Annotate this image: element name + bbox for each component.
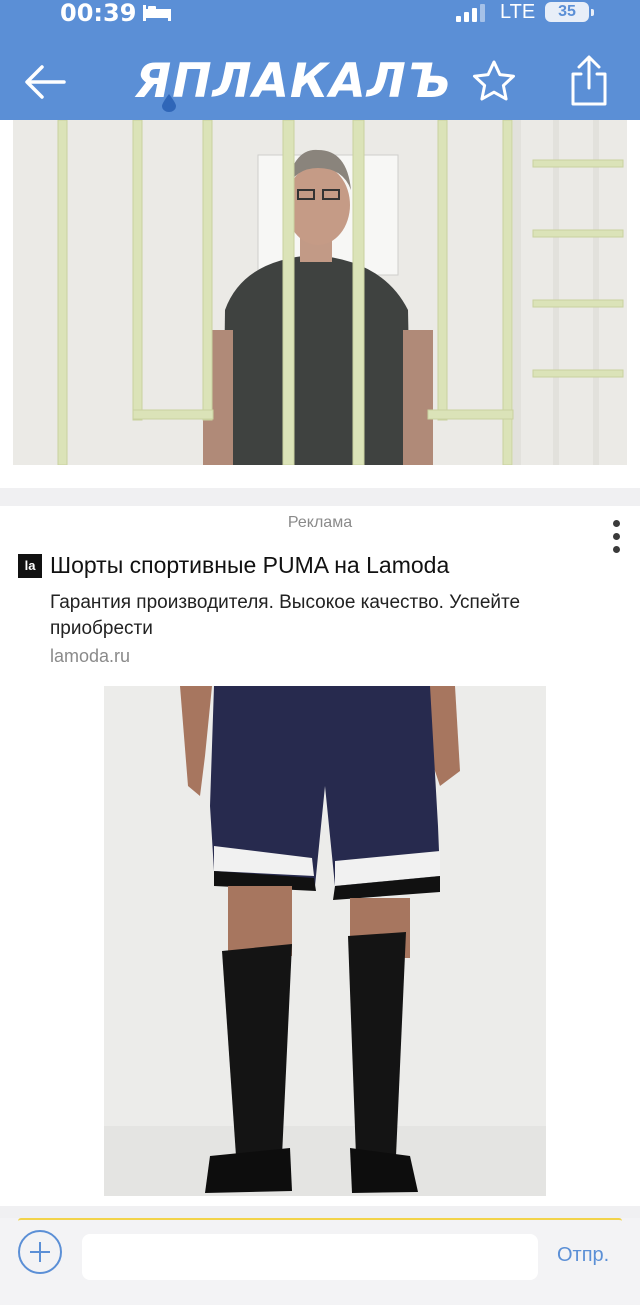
post-card bbox=[0, 120, 640, 488]
share-icon[interactable] bbox=[565, 54, 613, 108]
network-type: LTE bbox=[500, 1, 536, 23]
tear-drop-icon bbox=[162, 94, 176, 112]
add-attachment-icon[interactable] bbox=[18, 1230, 62, 1274]
comment-input[interactable] bbox=[82, 1234, 538, 1280]
ad-card: Реклама la Шорты спортивные PUMA на Lamo… bbox=[0, 506, 640, 1206]
post-photo[interactable] bbox=[13, 120, 627, 465]
signal-icon bbox=[456, 4, 485, 22]
focus-outline bbox=[18, 1218, 622, 1221]
ad-image[interactable] bbox=[0, 686, 640, 1196]
sports-shorts-image bbox=[0, 686, 640, 1196]
battery-indicator: 35 bbox=[545, 2, 594, 22]
comment-bar: Отпр. bbox=[0, 1218, 640, 1305]
sleep-focus-icon bbox=[143, 5, 171, 21]
logo-text: ЯПЛАКАЛЪ bbox=[135, 54, 452, 109]
status-time: 00:39 bbox=[60, 0, 137, 27]
back-arrow-icon[interactable] bbox=[20, 60, 70, 104]
nav-bar: ЯПЛАКАЛЪ bbox=[0, 40, 640, 120]
send-button[interactable]: Отпр. bbox=[557, 1244, 609, 1267]
star-icon[interactable] bbox=[470, 58, 518, 106]
status-bar: 00:39 LTE 35 bbox=[0, 0, 640, 40]
man-behind-bars-image bbox=[13, 120, 627, 465]
advertiser-logo: la bbox=[18, 554, 42, 578]
ad-title-link[interactable]: Шорты спортивные PUMA на Lamoda bbox=[50, 552, 449, 579]
site-logo[interactable]: ЯПЛАКАЛЪ bbox=[135, 52, 451, 112]
ad-description: Гарантия производителя. Высокое качество… bbox=[50, 592, 521, 639]
more-options-icon[interactable] bbox=[610, 520, 622, 560]
ad-domain: lamoda.ru bbox=[50, 646, 131, 666]
ad-label: Реклама bbox=[287, 514, 353, 531]
